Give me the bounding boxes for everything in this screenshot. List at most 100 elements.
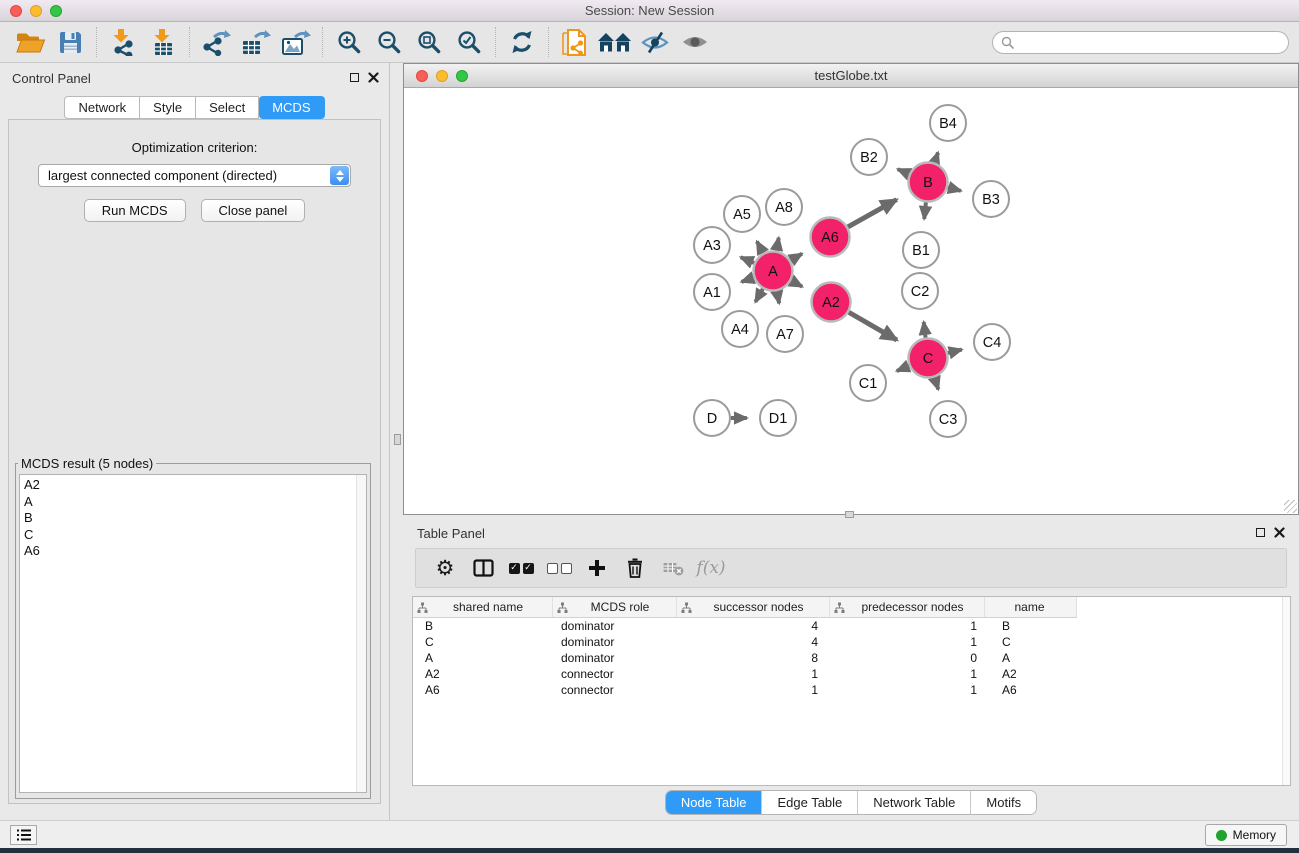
column-type-icon bbox=[557, 602, 568, 613]
toolbar-separator bbox=[322, 27, 323, 57]
toolbar-separator bbox=[189, 27, 190, 57]
home-first-neighbors-button[interactable] bbox=[595, 25, 635, 59]
delete-table-button[interactable] bbox=[654, 551, 692, 585]
network-view-window: testGlobe.txt AA1A2A3A4A5A6A7A8BB1B2B3B4… bbox=[403, 63, 1299, 515]
column-header-successor-nodes[interactable]: successor nodes bbox=[677, 597, 830, 617]
import-network-button[interactable] bbox=[103, 25, 143, 59]
split-view-icon bbox=[473, 559, 494, 577]
table-cell: A2 bbox=[985, 667, 1077, 681]
edge-C-C3 bbox=[934, 377, 938, 389]
result-list-item[interactable]: A bbox=[20, 494, 366, 511]
network-window-controls bbox=[416, 70, 468, 82]
zoom-fit-button[interactable] bbox=[409, 25, 449, 59]
control-panel-title: Control Panel bbox=[12, 71, 91, 86]
result-list-item[interactable]: C bbox=[20, 527, 366, 544]
split-view-button[interactable] bbox=[464, 551, 502, 585]
result-list-item[interactable]: B bbox=[20, 510, 366, 527]
run-mcds-button[interactable]: Run MCDS bbox=[84, 199, 186, 222]
column-header-label: name bbox=[989, 600, 1076, 614]
delete-column-button[interactable] bbox=[616, 551, 654, 585]
result-list-item[interactable]: A6 bbox=[20, 543, 366, 560]
refresh-view-button[interactable] bbox=[502, 25, 542, 59]
node-label-B1: B1 bbox=[912, 243, 930, 259]
memory-label: Memory bbox=[1233, 828, 1276, 842]
show-graphics-details-button[interactable] bbox=[675, 25, 715, 59]
mcds-panel-body: Optimization criterion: largest connecte… bbox=[8, 119, 381, 804]
minimize-network-window-button[interactable] bbox=[436, 70, 448, 82]
tab-edge-table[interactable]: Edge Table bbox=[761, 791, 857, 814]
tab-network[interactable]: Network bbox=[64, 96, 140, 119]
zoom-window-button[interactable] bbox=[50, 5, 62, 17]
close-network-window-button[interactable] bbox=[416, 70, 428, 82]
table-row[interactable]: Bdominator41B bbox=[413, 618, 1290, 634]
chevron-up-icon bbox=[336, 170, 344, 175]
open-file-button[interactable] bbox=[10, 25, 50, 59]
node-layer: AA1A2A3A4A5A6A7A8BB1B2B3B4CC1C2C3C4DD1 bbox=[694, 105, 1010, 437]
table-scrollbar[interactable] bbox=[1282, 597, 1290, 785]
memory-button[interactable]: Memory bbox=[1205, 824, 1287, 846]
node-label-D1: D1 bbox=[769, 411, 788, 427]
edge-A-A2 bbox=[791, 281, 802, 287]
column-header-name[interactable]: name bbox=[985, 597, 1077, 617]
edge-B-B3 bbox=[948, 187, 961, 191]
tab-motifs[interactable]: Motifs bbox=[970, 791, 1036, 814]
tab-mcds[interactable]: MCDS bbox=[259, 96, 324, 119]
plus-icon bbox=[588, 559, 606, 577]
tab-node-table[interactable]: Node Table bbox=[666, 791, 762, 814]
edge-A-A7 bbox=[777, 291, 779, 303]
column-type-icon bbox=[417, 602, 428, 613]
table-row[interactable]: Cdominator41C bbox=[413, 634, 1290, 650]
zoom-in-button[interactable] bbox=[329, 25, 369, 59]
close-window-button[interactable] bbox=[10, 5, 22, 17]
fx-icon: f(x) bbox=[696, 558, 725, 578]
result-list-item[interactable]: A2 bbox=[20, 475, 366, 494]
float-panel-button[interactable] bbox=[350, 73, 359, 82]
save-session-button[interactable] bbox=[50, 25, 90, 59]
select-all-button[interactable]: ✓ ✓ bbox=[502, 551, 540, 585]
table-cell: connector bbox=[553, 683, 677, 697]
minimize-window-button[interactable] bbox=[30, 5, 42, 17]
import-table-button[interactable] bbox=[143, 25, 183, 59]
export-table-button[interactable] bbox=[236, 25, 276, 59]
table-cell: C bbox=[413, 635, 553, 649]
close-panel-button[interactable]: Close panel bbox=[201, 199, 306, 222]
table-row[interactable]: A2connector11A2 bbox=[413, 666, 1290, 682]
table-row[interactable]: Adominator80A bbox=[413, 650, 1290, 666]
criterion-dropdown[interactable]: largest connected component (directed) bbox=[38, 164, 351, 187]
close-table-panel-icon[interactable] bbox=[1274, 527, 1285, 538]
vertical-splitter-handle[interactable] bbox=[394, 434, 401, 445]
zoom-network-window-button[interactable] bbox=[456, 70, 468, 82]
search-box[interactable] bbox=[992, 31, 1289, 54]
node-label-D: D bbox=[707, 411, 717, 427]
table-row[interactable]: A6connector11A6 bbox=[413, 682, 1290, 698]
deselect-all-button[interactable] bbox=[540, 551, 578, 585]
table-cell: 8 bbox=[677, 651, 830, 665]
column-header-shared-name[interactable]: shared name bbox=[413, 597, 553, 617]
window-resize-grip[interactable] bbox=[1284, 500, 1297, 513]
function-builder-button[interactable]: f(x) bbox=[692, 551, 730, 585]
node-label-A4: A4 bbox=[731, 322, 749, 338]
hide-graphics-details-button[interactable] bbox=[635, 25, 675, 59]
column-header-MCDS-role[interactable]: MCDS role bbox=[553, 597, 677, 617]
tab-select[interactable]: Select bbox=[196, 96, 259, 119]
tab-style[interactable]: Style bbox=[140, 96, 196, 119]
search-input[interactable] bbox=[1019, 35, 1280, 49]
export-network-icon bbox=[201, 29, 231, 56]
table-cell: 1 bbox=[677, 667, 830, 681]
float-table-panel-button[interactable] bbox=[1256, 528, 1265, 537]
add-column-button[interactable] bbox=[578, 551, 616, 585]
column-header-predecessor-nodes[interactable]: predecessor nodes bbox=[830, 597, 985, 617]
refresh-icon bbox=[510, 29, 534, 55]
zoom-out-button[interactable] bbox=[369, 25, 409, 59]
export-network-button[interactable] bbox=[196, 25, 236, 59]
zoom-selected-button[interactable] bbox=[449, 25, 489, 59]
horizontal-splitter-handle[interactable] bbox=[845, 511, 854, 518]
new-session-from-network-button[interactable] bbox=[555, 25, 595, 59]
table-settings-button[interactable]: ⚙ bbox=[426, 551, 464, 585]
task-history-button[interactable] bbox=[10, 825, 37, 845]
result-list-scrollbar[interactable] bbox=[356, 475, 366, 792]
tab-network-table[interactable]: Network Table bbox=[857, 791, 970, 814]
export-image-button[interactable] bbox=[276, 25, 316, 59]
close-panel-icon[interactable] bbox=[368, 72, 379, 83]
network-canvas[interactable]: AA1A2A3A4A5A6A7A8BB1B2B3B4CC1C2C3C4DD1 bbox=[404, 89, 1298, 514]
